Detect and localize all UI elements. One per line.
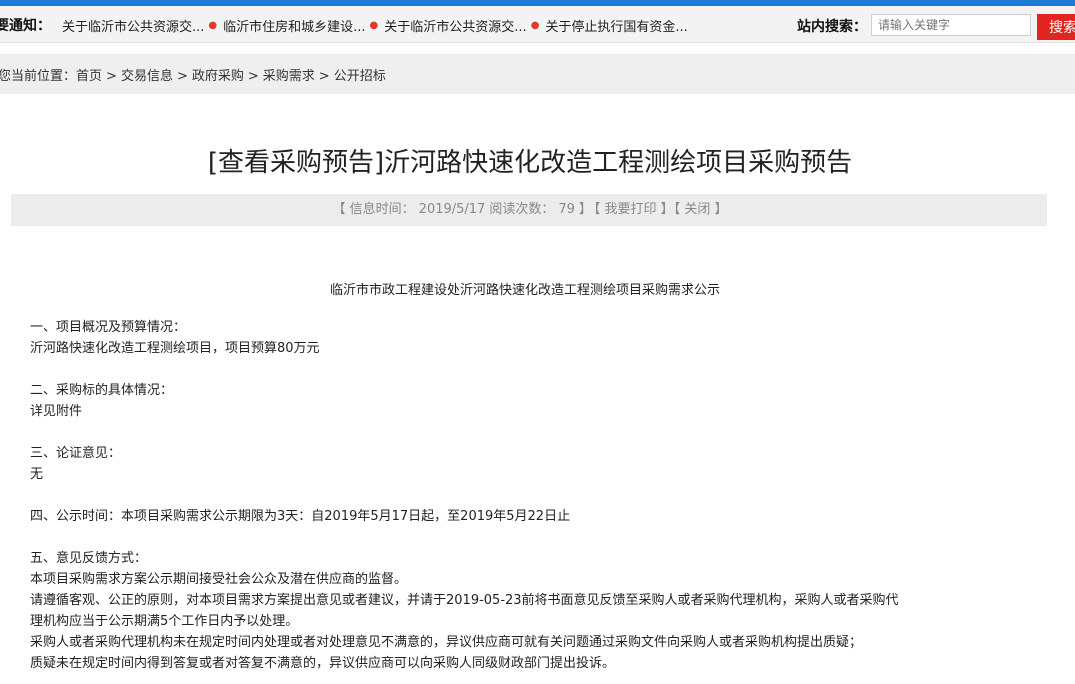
notice-text: 临沂市住房和城乡建设...: [223, 20, 366, 35]
article-meta-bar: 【 信息时间： 2019/5/17 阅读次数： 79】【 我要打印 】【 关闭 】: [11, 194, 1047, 226]
top-notice-bar: 要通知： 关于临沂市公共资源交... ● 临沂市住房和城乡建设... ● 关于临…: [0, 6, 1075, 43]
notice-text: 关于临沂市公共资源交...: [62, 20, 205, 35]
paragraph: 详见附件: [30, 404, 83, 419]
paragraph: 沂河路快速化改造工程测绘项目，项目预算80万元: [30, 341, 320, 356]
breadcrumb-separator: >: [106, 69, 117, 84]
section-heading: 一、项目概况及预算情况：: [30, 320, 187, 335]
paragraph: 质疑未在规定时间内得到答复或者对答复不满意的，异议供应商可以向采购人同级财政部门…: [30, 656, 616, 671]
meta-views-close: 】: [578, 202, 592, 217]
breadcrumb-separator: >: [318, 69, 330, 84]
meta-time-label: 【 信息时间：: [332, 202, 415, 217]
breadcrumb-prefix: 您当前位置：: [0, 69, 77, 84]
breadcrumb-separator: >: [247, 69, 259, 84]
page-title: [查看采购预告]沂河路快速化改造工程测绘项目采购预告: [207, 148, 853, 178]
article-subtitle: 临沂市市政工程建设处沂河路快速化改造工程测绘项目采购需求公示: [329, 283, 720, 298]
search-button[interactable]: 搜索: [1037, 14, 1075, 40]
search-label: 站内搜索：: [797, 19, 867, 35]
notice-label: 要通知：: [0, 18, 51, 34]
search-input[interactable]: [871, 14, 1031, 36]
breadcrumb-gov-procurement[interactable]: 政府采购: [192, 69, 244, 84]
breadcrumb: 您当前位置：首页 > 交易信息 > 政府采购 > 采购需求 > 公开招标: [0, 65, 386, 84]
notice-link-2[interactable]: 临沂市住房和城乡建设... ●: [221, 16, 382, 35]
article-body: 一、项目概况及预算情况： 沂河路快速化改造工程测绘项目，项目预算80万元 二、采…: [30, 317, 1030, 674]
breadcrumb-trade-info[interactable]: 交易信息: [121, 69, 173, 84]
breadcrumb-procurement-demand[interactable]: 采购需求: [263, 69, 315, 84]
notice-text: 关于停止执行国有资金...: [545, 20, 688, 35]
new-dot-icon: ●: [369, 20, 379, 31]
notice-text: 关于临沂市公共资源交...: [384, 20, 527, 35]
new-dot-icon: ●: [530, 20, 540, 31]
notice-link-3[interactable]: 关于临沂市公共资源交... ●: [382, 16, 543, 35]
paragraph: 理机构应当于公示期满5个工作日内予以处理。: [30, 614, 299, 629]
close-link[interactable]: 【 关闭 】: [674, 202, 728, 217]
breadcrumb-home[interactable]: 首页: [76, 69, 102, 84]
section-heading: 三、论证意见：: [30, 446, 122, 461]
paragraph: 本项目采购需求方案公示期间接受社会公众及潜在供应商的监督。: [30, 572, 408, 587]
paragraph: 采购人或者采购代理机构未在规定时间内处理或者对处理意见不满意的，异议供应商可就有…: [30, 635, 863, 650]
notice-list: 关于临沂市公共资源交... ● 临沂市住房和城乡建设... ● 关于临沂市公共资…: [60, 16, 690, 35]
section-heading: 四、公示时间：本项目采购需求公示期限为3天：自2019年5月17日起，至2019…: [30, 509, 571, 524]
paragraph: 请遵循客观、公正的原则，对本项目需求方案提出意见或者建议，并请于2019-05-…: [30, 593, 899, 608]
article-meta: 【 信息时间： 2019/5/17 阅读次数： 79】【 我要打印 】【 关闭 】: [11, 194, 1047, 226]
section-heading: 二、采购标的具体情况：: [30, 383, 174, 398]
section-heading: 五、意见反馈方式：: [30, 551, 148, 566]
notice-link-1[interactable]: 关于临沂市公共资源交... ●: [60, 16, 221, 35]
breadcrumb-bar: 您当前位置：首页 > 交易信息 > 政府采购 > 采购需求 > 公开招标: [0, 54, 1075, 94]
meta-time-value: 2019/5/17: [418, 202, 486, 217]
meta-views-label: 阅读次数：: [489, 202, 555, 217]
breadcrumb-separator: >: [176, 69, 188, 84]
notice-link-4[interactable]: 关于停止执行国有资金...: [543, 16, 689, 35]
breadcrumb-open-tender[interactable]: 公开招标: [334, 69, 386, 84]
meta-views-value: 79: [558, 202, 575, 217]
paragraph: 无: [30, 467, 44, 482]
new-dot-icon: ●: [208, 20, 218, 31]
print-link[interactable]: 【 我要打印 】: [594, 202, 674, 217]
